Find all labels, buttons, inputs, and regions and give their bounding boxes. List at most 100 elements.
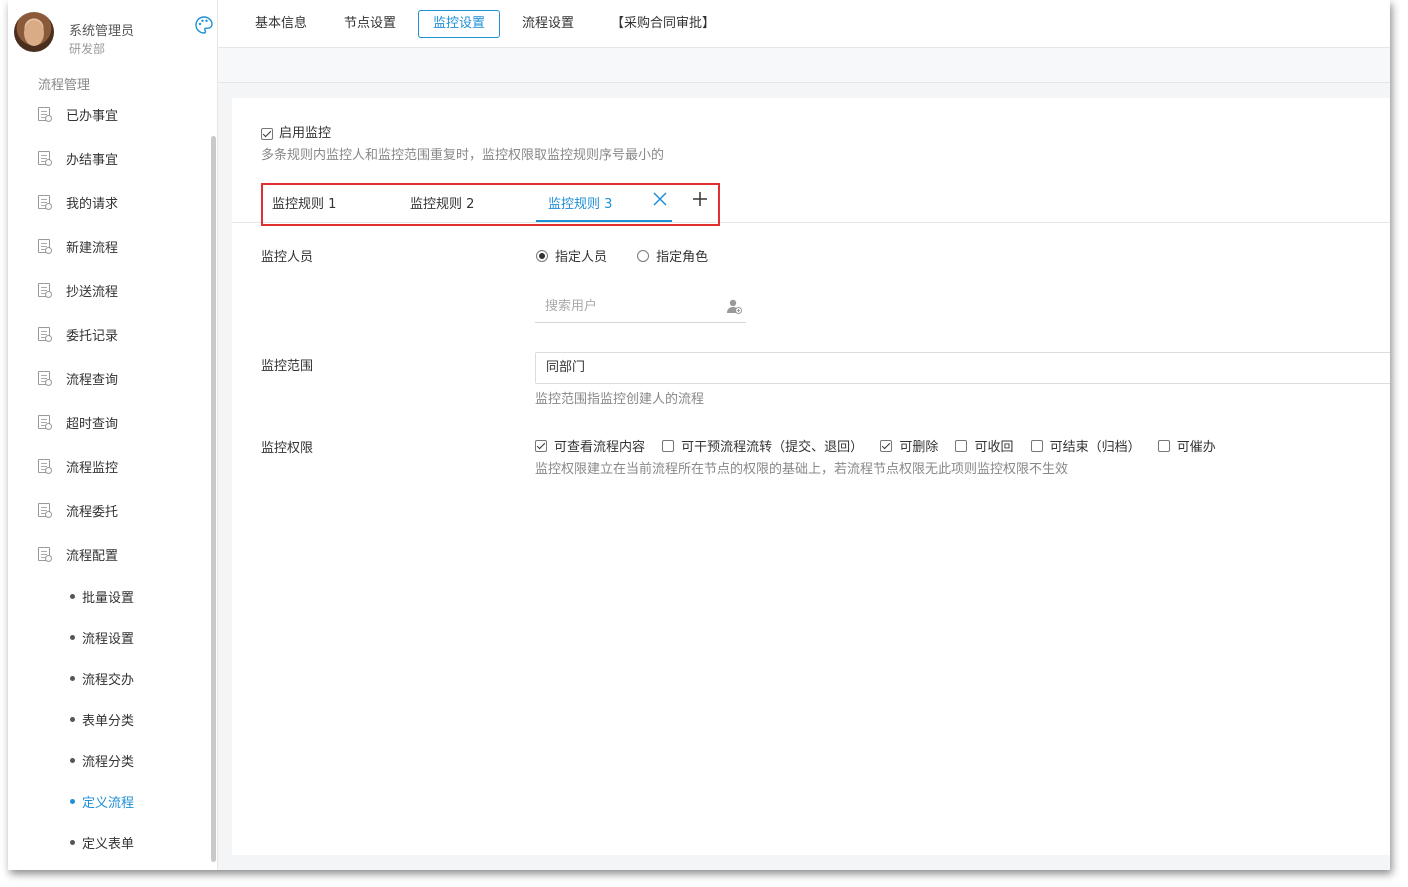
document-icon — [38, 195, 52, 210]
sidebar-item-label: 抄送流程 — [66, 284, 119, 300]
sidebar-item-label: 超时查询 — [66, 416, 119, 432]
tab-rule-1[interactable]: 监控规则 1 — [272, 193, 336, 212]
sidebar-subitem-batch-settings[interactable]: 批量设置 — [8, 576, 212, 617]
sidebar-subitem-label: 流程分类 — [82, 755, 135, 770]
sidebar-item-new-flow[interactable]: 新建流程 — [8, 224, 212, 268]
checkbox-icon[interactable] — [1157, 439, 1170, 452]
perm-finish-archive[interactable]: 可结束（归档） — [1030, 436, 1141, 455]
sidebar-subitem-flow-assign[interactable]: 流程交办 — [8, 658, 212, 699]
checkbox-icon[interactable] — [955, 439, 968, 452]
enable-monitor-label: 启用监控 — [279, 126, 332, 141]
checkbox-icon[interactable] — [880, 439, 893, 452]
app-window: 系统管理员 研发部 流程管理 已办事宜 办结事宜 我的请求 新建流程 抄送流程 … — [8, 0, 1390, 870]
sidebar-item-flow-config[interactable]: 流程配置 — [8, 532, 212, 576]
tab-rule-2[interactable]: 监控规则 2 — [410, 193, 474, 212]
sidebar-menu: 已办事宜 办结事宜 我的请求 新建流程 抄送流程 委托记录 流程查询 超时查询 … — [8, 92, 212, 863]
sidebar-item-done[interactable]: 已办事宜 — [8, 92, 212, 136]
sidebar-item-timeout-query[interactable]: 超时查询 — [8, 400, 212, 444]
radio-icon[interactable] — [536, 249, 548, 262]
tab-flow-settings[interactable]: 流程设置 — [507, 10, 589, 38]
toolbar-strip — [218, 48, 1390, 83]
tab-node-settings[interactable]: 节点设置 — [329, 10, 411, 38]
sidebar-item-label: 流程查询 — [66, 372, 119, 388]
document-icon — [38, 371, 52, 386]
sidebar-item-label: 我的请求 — [66, 196, 119, 212]
permission-checkbox-group: 可查看流程内容 可干预流程流转（提交、退回） 可删除 可收回 可结束（归档） 可… — [535, 436, 1229, 456]
sidebar-item-flow-delegate[interactable]: 流程委托 — [8, 488, 212, 532]
sidebar-subitem-flow-settings[interactable]: 流程设置 — [8, 617, 212, 658]
sidebar-item-delegation-log[interactable]: 委托记录 — [8, 312, 212, 356]
sidebar-subitem-label: 定义表单 — [82, 837, 135, 852]
radio-icon[interactable] — [637, 249, 650, 262]
radio-label: 指定角色 — [656, 250, 709, 265]
sidebar-item-finished[interactable]: 办结事宜 — [8, 136, 212, 180]
checkbox-icon[interactable] — [261, 127, 273, 140]
sidebar-scrollbar[interactable] — [211, 136, 216, 862]
perm-delete[interactable]: 可删除 — [880, 436, 938, 455]
user-add-icon[interactable] — [726, 298, 742, 314]
bullet-icon — [70, 799, 75, 804]
bullet-icon — [70, 594, 75, 599]
enable-monitor-checkbox[interactable]: 启用监控 — [261, 122, 331, 141]
radio-specified-role[interactable]: 指定角色 — [637, 246, 708, 265]
sidebar-subitem-label: 流程交办 — [82, 673, 135, 688]
sidebar-item-label: 流程监控 — [66, 460, 119, 476]
bullet-icon — [70, 717, 75, 722]
perm-label: 可催办 — [1176, 440, 1216, 455]
perm-intervene-flow[interactable]: 可干预流程流转（提交、退回） — [662, 436, 863, 455]
monitor-settings-panel: 启用监控 多条规则内监控人和监控范围重复时，监控权限取监控规则序号最小的 监控规… — [232, 98, 1390, 855]
bullet-icon — [70, 758, 75, 763]
document-icon — [38, 107, 52, 122]
sidebar-item-label: 新建流程 — [66, 240, 119, 256]
tab-flow-name[interactable]: 【采购合同审批】 — [596, 10, 730, 38]
document-icon — [38, 503, 52, 518]
checkbox-icon[interactable] — [662, 439, 675, 452]
avatar[interactable] — [14, 12, 54, 52]
active-tab-indicator — [536, 220, 672, 222]
perm-label: 可收回 — [974, 440, 1014, 455]
document-icon — [38, 547, 52, 562]
person-type-radio-group: 指定人员 指定角色 — [536, 246, 734, 266]
document-icon — [38, 327, 52, 342]
sidebar-subitem-label: 批量设置 — [82, 591, 135, 606]
tab-rule-3[interactable]: 监控规则 3 — [548, 193, 612, 212]
palette-icon[interactable] — [194, 15, 214, 35]
search-user-input[interactable] — [535, 291, 715, 321]
perm-label: 可干预流程流转（提交、退回） — [681, 440, 864, 455]
perm-label: 可删除 — [899, 440, 939, 455]
sidebar-subitem-define-form[interactable]: 定义表单 — [8, 822, 212, 863]
radio-specified-person[interactable]: 指定人员 — [536, 246, 607, 265]
checkbox-icon[interactable] — [1030, 439, 1043, 452]
perm-urge[interactable]: 可催办 — [1157, 436, 1216, 455]
sidebar-section-title: 流程管理 — [38, 78, 91, 93]
add-rule-icon[interactable] — [692, 191, 708, 207]
sidebar-item-my-requests[interactable]: 我的请求 — [8, 180, 212, 224]
enable-monitor-hint: 多条规则内监控人和监控范围重复时，监控权限取监控规则序号最小的 — [261, 148, 665, 163]
sidebar-item-label: 委托记录 — [66, 328, 119, 344]
sidebar-item-flow-query[interactable]: 流程查询 — [8, 356, 212, 400]
sidebar-item-cc-flow[interactable]: 抄送流程 — [8, 268, 212, 312]
perm-label: 可查看流程内容 — [554, 440, 646, 455]
sidebar-item-label: 已办事宜 — [66, 108, 119, 124]
perm-view-content[interactable]: 可查看流程内容 — [535, 436, 645, 455]
tab-monitor-settings[interactable]: 监控设置 — [418, 10, 501, 38]
user-search — [535, 291, 746, 323]
user-panel: 系统管理员 研发部 — [14, 12, 214, 60]
close-icon[interactable] — [652, 191, 668, 207]
document-icon — [38, 415, 52, 430]
permission-hint: 监控权限建立在当前流程所在节点的权限的基础上，若流程节点权限无此项则监控权限不生… — [535, 462, 1069, 477]
document-icon — [38, 459, 52, 474]
user-dept: 研发部 — [69, 42, 106, 56]
perm-recall[interactable]: 可收回 — [955, 436, 1013, 455]
bullet-icon — [70, 635, 75, 640]
sidebar-subitem-flow-category[interactable]: 流程分类 — [8, 740, 212, 781]
monitor-scope-label: 监控范围 — [261, 359, 314, 374]
tab-basic-info[interactable]: 基本信息 — [240, 10, 322, 38]
scope-select[interactable]: 同部门 — [535, 352, 1390, 384]
sidebar-item-flow-monitor[interactable]: 流程监控 — [8, 444, 212, 488]
user-name: 系统管理员 — [69, 24, 135, 39]
monitor-person-label: 监控人员 — [261, 250, 314, 265]
sidebar-subitem-define-flow[interactable]: 定义流程 — [8, 781, 212, 822]
checkbox-icon[interactable] — [535, 439, 547, 452]
sidebar-subitem-form-category[interactable]: 表单分类 — [8, 699, 212, 740]
